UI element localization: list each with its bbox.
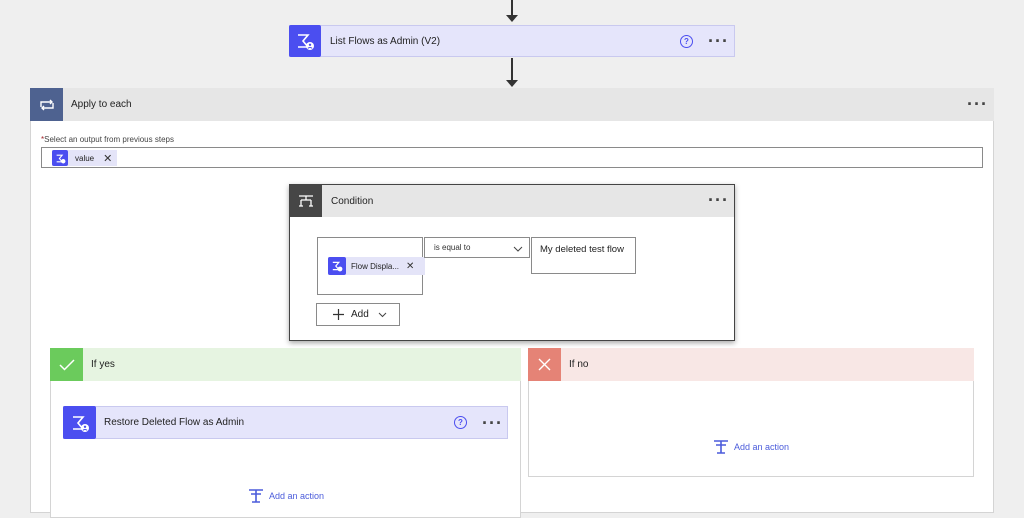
power-automate-management-icon (289, 25, 321, 57)
apply-to-each-title: Apply to each (71, 99, 132, 110)
add-button[interactable]: Add (316, 303, 400, 326)
add-action-icon (714, 440, 728, 454)
condition-title: Condition (331, 195, 374, 207)
select-output-label-row: *Select an output from previous steps (41, 135, 174, 144)
connector-top-arrow (506, 15, 518, 22)
help-icon[interactable]: ? (680, 35, 693, 48)
chevron-down-icon (513, 246, 523, 252)
add-button-label: Add (351, 309, 369, 320)
more-options-icon[interactable]: ··· (967, 95, 988, 113)
apply-to-each-header[interactable]: Apply to each ··· (30, 88, 994, 121)
value-token[interactable]: value ✕ (52, 150, 117, 166)
power-automate-management-icon (63, 406, 96, 439)
operator-select-value: is equal to (434, 243, 471, 252)
loop-icon (30, 88, 63, 121)
flow-display-token-label: Flow Displa... (351, 261, 400, 271)
if-no-title: If no (569, 359, 589, 370)
chevron-down-icon (378, 312, 387, 317)
restore-flow-action-card[interactable]: Restore Deleted Flow as Admin ? ··· (63, 406, 508, 439)
condition-value-text: My deleted test flow (540, 244, 624, 255)
connector-middle-arrow (506, 80, 518, 87)
more-options-icon[interactable]: ··· (708, 191, 729, 209)
close-icon (528, 348, 561, 381)
condition-header[interactable]: Condition ··· (290, 185, 734, 217)
plus-icon (333, 309, 344, 320)
if-no-add-action-link[interactable]: Add an action (713, 439, 789, 455)
if-no-header[interactable]: If no (528, 348, 974, 381)
help-icon[interactable]: ? (454, 416, 467, 429)
remove-token-icon[interactable]: ✕ (406, 261, 414, 272)
select-output-input[interactable]: value ✕ (41, 147, 983, 168)
if-yes-title: If yes (91, 359, 115, 370)
operator-select[interactable]: is equal to (424, 237, 530, 258)
more-options-icon[interactable]: ··· (482, 414, 503, 432)
checkmark-icon (50, 348, 83, 381)
if-yes-header[interactable]: If yes (50, 348, 521, 381)
connector-middle (511, 58, 513, 82)
restore-flow-title: Restore Deleted Flow as Admin (104, 417, 245, 428)
list-flows-title: List Flows as Admin (V2) (330, 35, 441, 47)
add-action-label: Add an action (269, 491, 325, 501)
select-output-label: Select an output from previous steps (44, 135, 174, 144)
add-action-label: Add an action (734, 442, 790, 452)
condition-icon (290, 185, 322, 217)
power-automate-management-icon (328, 257, 346, 275)
condition-value-input[interactable]: My deleted test flow (531, 237, 636, 274)
if-yes-add-action-link[interactable]: Add an action (248, 488, 324, 504)
list-flows-action-card[interactable]: List Flows as Admin (V2) ? ··· (289, 25, 735, 57)
value-token-label: value (75, 153, 95, 163)
condition-left-operand[interactable]: Flow Displa... ✕ (317, 237, 425, 295)
power-automate-management-icon (52, 150, 68, 166)
add-action-icon (249, 489, 263, 503)
remove-token-icon[interactable]: ✕ (103, 152, 112, 165)
more-options-icon[interactable]: ··· (708, 32, 729, 50)
flow-display-token[interactable]: Flow Displa... ✕ (328, 257, 425, 275)
